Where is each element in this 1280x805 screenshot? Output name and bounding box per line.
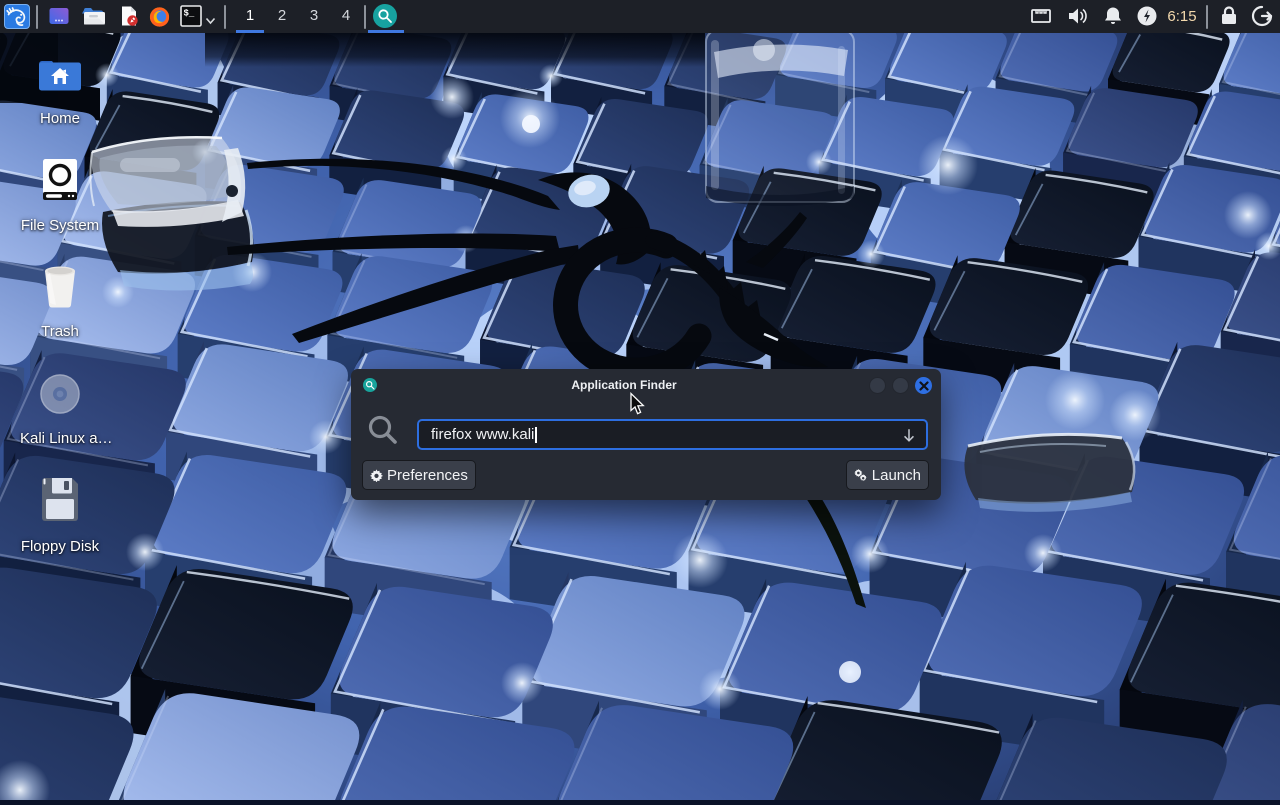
svg-text:$_: $_ bbox=[184, 9, 195, 19]
